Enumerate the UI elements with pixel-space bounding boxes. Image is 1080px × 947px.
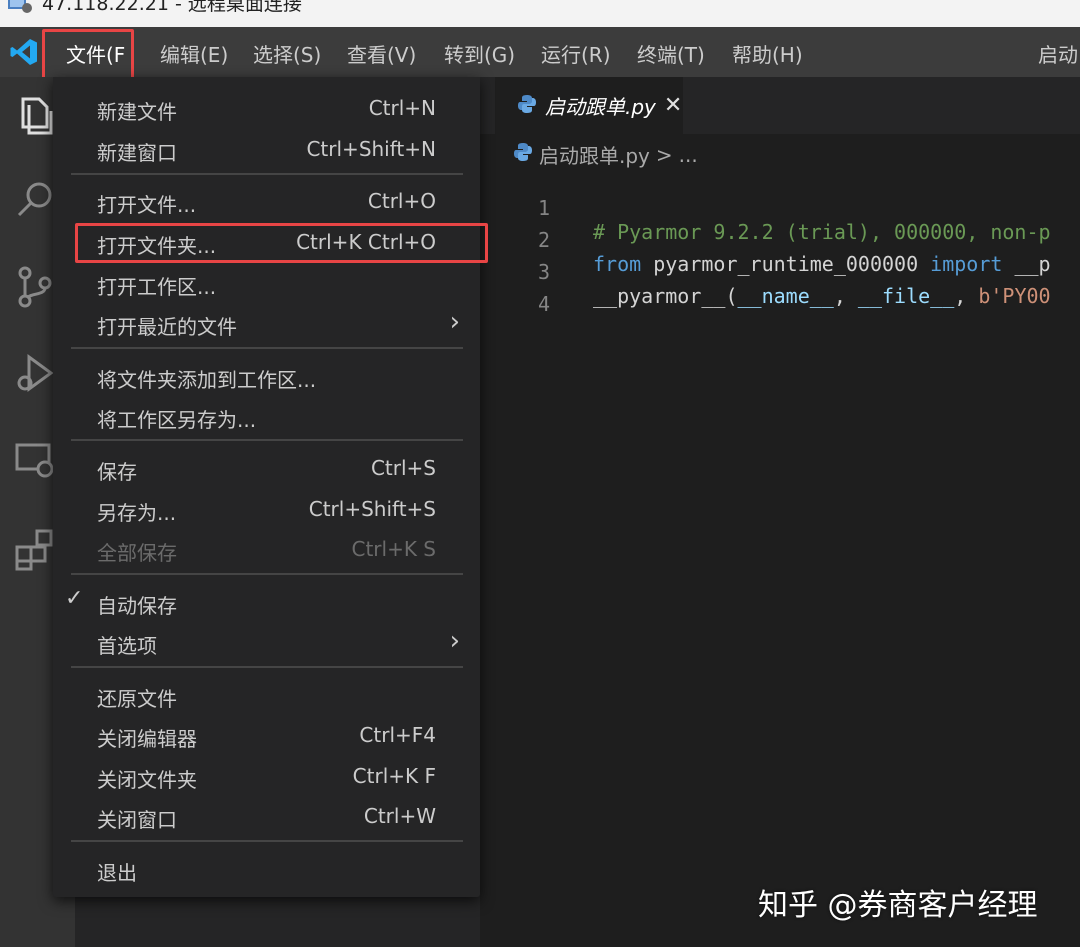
menu-item-label: 关闭编辑器	[97, 727, 197, 751]
close-icon[interactable]: ✕	[664, 93, 682, 118]
tab-startup-py[interactable]: 启动跟单.py ✕	[495, 77, 683, 134]
menu-run[interactable]: 运行(R)	[541, 39, 611, 68]
menu-item-label: 新建文件	[97, 100, 177, 124]
file-menu-highlight-box	[42, 29, 134, 81]
menu-item-label: 退出	[97, 861, 137, 885]
remote-explorer-icon[interactable]	[11, 435, 59, 483]
menu-item-exit[interactable]: 退出	[53, 849, 480, 889]
run-debug-icon[interactable]	[11, 349, 59, 397]
menu-terminal[interactable]: 终端(T)	[637, 39, 705, 68]
menu-selection[interactable]: 选择(S)	[253, 39, 321, 68]
menu-separator	[71, 573, 463, 575]
menu-item-label: 打开工作区...	[97, 275, 217, 299]
menu-separator	[71, 347, 463, 349]
file-menu-dropdown: 新建文件 Ctrl+N 新建窗口 Ctrl+Shift+N 打开文件... Ct…	[53, 77, 480, 897]
menu-separator	[71, 666, 463, 668]
remote-desktop-title-bar: 47.118.22.21 - 远程桌面连接	[0, 0, 1080, 27]
checkmark-icon: ✓	[65, 586, 84, 611]
menu-item-open-recent[interactable]: 打开最近的文件 ›	[53, 303, 480, 343]
code-editor[interactable]: 1 # Pyarmor 9.2.2 (trial), 000000, non-p…	[480, 172, 1080, 316]
extensions-icon[interactable]	[11, 525, 59, 573]
menu-item-label: 保存	[97, 460, 137, 484]
code-line: 2 from pyarmor_runtime_000000 import __p	[480, 204, 1080, 276]
editor-tabs: 启动跟单.py ✕	[480, 77, 1080, 134]
menu-edit[interactable]: 编辑(E)	[160, 39, 228, 68]
search-icon[interactable]	[11, 175, 59, 223]
menu-item-shortcut: Ctrl+Shift+N	[306, 137, 436, 161]
menu-item-shortcut: Ctrl+K S	[351, 537, 436, 561]
menu-help[interactable]: 帮助(H)	[732, 39, 803, 68]
menu-item-shortcut: Ctrl+Shift+S	[308, 497, 436, 521]
breadcrumb-more[interactable]: ...	[679, 143, 698, 167]
chevron-right-icon: ›	[449, 307, 460, 337]
menu-item-auto-save[interactable]: ✓ 自动保存	[53, 582, 480, 622]
menu-separator	[71, 840, 463, 842]
menu-item-open-file[interactable]: 打开文件... Ctrl+O	[53, 181, 480, 221]
menu-item-label: 新建窗口	[97, 141, 177, 165]
menu-item-label: 另存为...	[97, 501, 177, 525]
menu-item-label: 全部保存	[97, 541, 177, 565]
menu-item-label: 将工作区另存为...	[97, 408, 257, 432]
menu-item-save-workspace-as[interactable]: 将工作区另存为...	[53, 396, 480, 436]
breadcrumb-file[interactable]: 启动跟单.py	[539, 140, 650, 169]
menu-item-close-window[interactable]: 关闭窗口 Ctrl+W	[53, 796, 480, 836]
menu-item-open-workspace[interactable]: 打开工作区...	[53, 263, 480, 303]
menu-item-save-as[interactable]: 另存为... Ctrl+Shift+S	[53, 489, 480, 529]
open-folder-highlight-box	[75, 223, 488, 263]
code-line: 1 # Pyarmor 9.2.2 (trial), 000000, non-p	[480, 172, 1080, 244]
breadcrumb-separator: >	[655, 142, 673, 167]
remote-desktop-title: 47.118.22.21 - 远程桌面连接	[42, 0, 302, 15]
menu-item-save[interactable]: 保存 Ctrl+S	[53, 448, 480, 488]
menu-item-revert-file[interactable]: 还原文件	[53, 675, 480, 715]
menu-view[interactable]: 查看(V)	[347, 39, 416, 68]
menu-item-shortcut: Ctrl+N	[368, 96, 436, 120]
watermark: 知乎 @券商客户经理	[758, 888, 1038, 923]
menu-item-shortcut: Ctrl+S	[370, 456, 436, 480]
vscode-logo-icon	[9, 37, 39, 72]
explorer-icon[interactable]	[11, 91, 59, 139]
menu-item-close-editor[interactable]: 关闭编辑器 Ctrl+F4	[53, 715, 480, 755]
menu-item-shortcut: Ctrl+F4	[359, 723, 436, 747]
menu-separator	[71, 173, 463, 175]
menubar: 文件(F 编辑(E) 选择(S) 查看(V) 转到(G) 运行(R) 终端(T)…	[0, 27, 1080, 77]
menu-item-add-folder-to-workspace[interactable]: 将文件夹添加到工作区...	[53, 356, 480, 396]
menu-separator	[71, 439, 463, 441]
tab-label: 启动跟单.py	[545, 95, 656, 119]
menu-item-shortcut: Ctrl+K F	[352, 764, 436, 788]
menu-item-label: 打开最近的文件	[97, 315, 237, 339]
breadcrumb: 启动跟单.py > ...	[513, 140, 698, 169]
code-line: 4	[480, 268, 1080, 316]
menu-item-shortcut: Ctrl+O	[367, 189, 436, 213]
menu-item-save-all: 全部保存 Ctrl+K S	[53, 529, 480, 569]
menu-item-label: 自动保存	[97, 594, 177, 618]
menu-item-shortcut: Ctrl+W	[363, 804, 436, 828]
menu-item-new-window[interactable]: 新建窗口 Ctrl+Shift+N	[53, 129, 480, 169]
menu-item-new-file[interactable]: 新建文件 Ctrl+N	[53, 88, 480, 128]
code-line: 3 __pyarmor__(__name__, __file__, b'PY00	[480, 236, 1080, 308]
menu-item-label: 还原文件	[97, 687, 177, 711]
python-file-icon	[517, 94, 537, 118]
source-control-icon[interactable]	[11, 263, 59, 311]
menu-item-label: 首选项	[97, 634, 157, 658]
python-file-icon	[513, 142, 533, 167]
line-number: 4	[537, 292, 550, 316]
menu-item-label: 将文件夹添加到工作区...	[97, 368, 317, 392]
chevron-right-icon: ›	[449, 626, 460, 656]
menu-item-preferences[interactable]: 首选项 ›	[53, 622, 480, 662]
window-title: 启动	[1038, 43, 1078, 67]
menu-go[interactable]: 转到(G)	[444, 39, 515, 68]
menu-item-label: 关闭窗口	[97, 808, 177, 832]
menu-item-close-folder[interactable]: 关闭文件夹 Ctrl+K F	[53, 756, 480, 796]
menu-item-label: 打开文件...	[97, 193, 197, 217]
menu-item-label: 关闭文件夹	[97, 768, 197, 792]
remote-desktop-icon	[6, 0, 34, 17]
